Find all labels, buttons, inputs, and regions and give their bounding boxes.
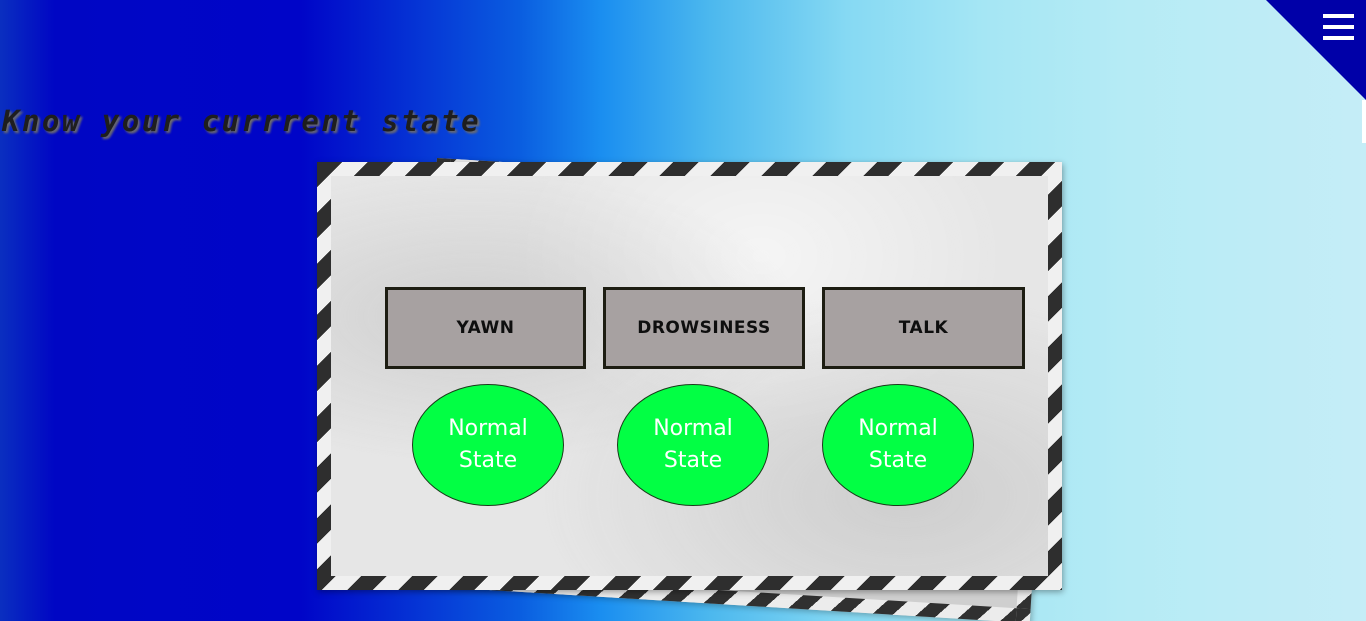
hamburger-menu-icon[interactable] [1323, 14, 1354, 40]
talk-label: TALK [898, 318, 949, 338]
yawn-label-box: YAWN [385, 287, 586, 369]
yawn-label: YAWN [456, 318, 515, 338]
edge-marker [1362, 100, 1366, 143]
yawn-status-text: Normal State [448, 416, 528, 473]
drowsiness-label: DROWSINESS [637, 318, 771, 338]
envelope-front-sheet [317, 162, 1062, 590]
drowsiness-label-box: DROWSINESS [603, 287, 805, 369]
drowsiness-status-text: Normal State [653, 416, 733, 473]
yawn-status-indicator: Normal State [412, 384, 564, 506]
talk-label-box: TALK [822, 287, 1025, 369]
drowsiness-status-indicator: Normal State [617, 384, 769, 506]
talk-status-text: Normal State [858, 416, 938, 473]
talk-status-indicator: Normal State [822, 384, 974, 506]
menu-corner-button[interactable] [1266, 0, 1366, 100]
